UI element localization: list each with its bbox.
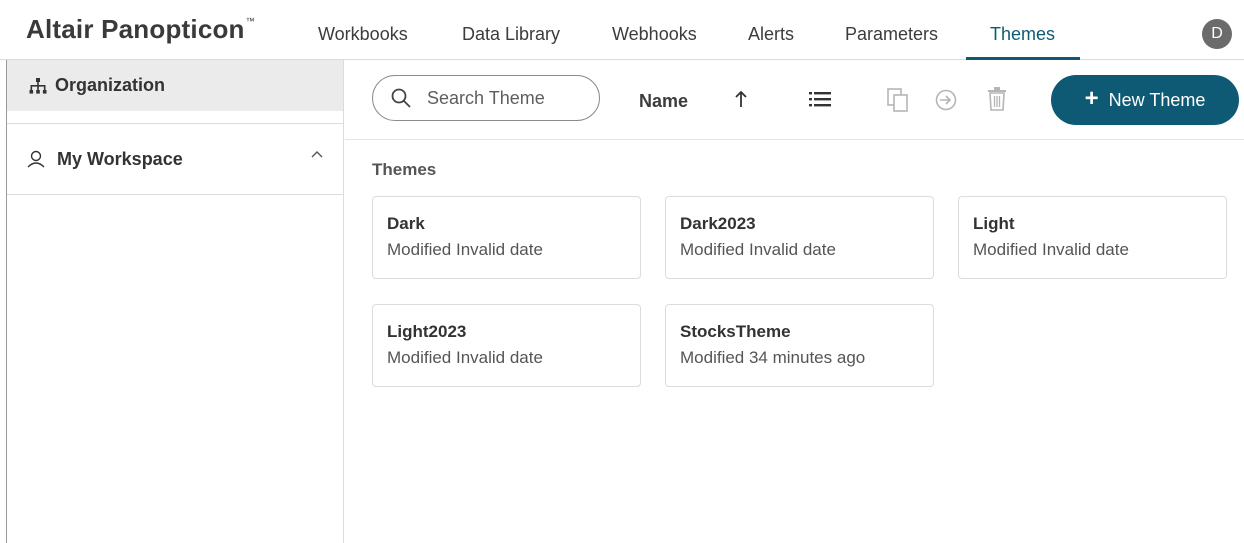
theme-card-name: Light (973, 214, 1015, 233)
theme-card-name: Dark2023 (680, 214, 756, 233)
section-title: Themes (372, 160, 437, 179)
org-chart-icon (29, 77, 47, 94)
theme-card-modified: Modified Invalid date (387, 348, 543, 367)
nav-parameters[interactable]: Parameters (845, 24, 938, 45)
search-box (372, 75, 600, 121)
theme-card[interactable]: Light2023 Modified Invalid date (372, 304, 641, 387)
nav-workbooks[interactable]: Workbooks (318, 24, 408, 45)
chevron-up-icon[interactable] (311, 150, 323, 158)
new-theme-button-label: New Theme (1108, 89, 1206, 110)
theme-card-modified: Modified 34 minutes ago (680, 348, 866, 367)
sidebar-item-label: Organization (55, 75, 166, 95)
nav-themes[interactable]: Themes (990, 24, 1055, 45)
duplicate-icon[interactable] (887, 88, 909, 112)
user-icon (27, 150, 45, 168)
list-view-icon[interactable] (809, 91, 831, 107)
theme-card-name: Light2023 (387, 322, 467, 341)
sidebar-item-organization[interactable]: Organization (7, 60, 343, 111)
toolbar: Name + New Theme (345, 60, 1244, 140)
theme-card-name: Dark (387, 214, 425, 233)
sidebar: Organization My Workspace (7, 60, 344, 543)
top-bar: Altair Panopticon™ Workbooks Data Librar… (0, 0, 1244, 60)
sidebar-item-my-workspace[interactable]: My Workspace (7, 124, 343, 194)
nav-alerts[interactable]: Alerts (748, 24, 794, 45)
move-icon[interactable] (935, 89, 957, 111)
nav-webhooks[interactable]: Webhooks (612, 24, 697, 45)
theme-card-name: StocksTheme (680, 322, 791, 341)
theme-card[interactable]: Dark2023 Modified Invalid date (665, 196, 934, 279)
app-logo[interactable]: Altair Panopticon™ (26, 14, 255, 45)
nav-data-library[interactable]: Data Library (462, 24, 560, 45)
theme-card-modified: Modified Invalid date (973, 240, 1129, 259)
sidebar-item-label: My Workspace (57, 148, 183, 169)
plus-icon: + (1084, 85, 1099, 112)
sort-field-label[interactable]: Name (639, 91, 688, 112)
search-input[interactable] (427, 87, 577, 109)
sidebar-divider (7, 194, 343, 195)
theme-card[interactable]: Dark Modified Invalid date (372, 196, 641, 279)
trademark-mark: ™ (245, 16, 255, 26)
user-avatar[interactable]: D (1202, 19, 1232, 49)
theme-card[interactable]: Light Modified Invalid date (958, 196, 1227, 279)
sort-ascending-icon[interactable] (734, 90, 748, 108)
theme-card-modified: Modified Invalid date (387, 240, 543, 259)
delete-icon[interactable] (987, 87, 1007, 111)
theme-card[interactable]: StocksTheme Modified 34 minutes ago (665, 304, 934, 387)
app-brand-text: Altair Panopticon (26, 14, 245, 44)
new-theme-button[interactable]: + New Theme (1051, 75, 1239, 125)
theme-card-modified: Modified Invalid date (680, 240, 836, 259)
search-icon (391, 88, 411, 108)
